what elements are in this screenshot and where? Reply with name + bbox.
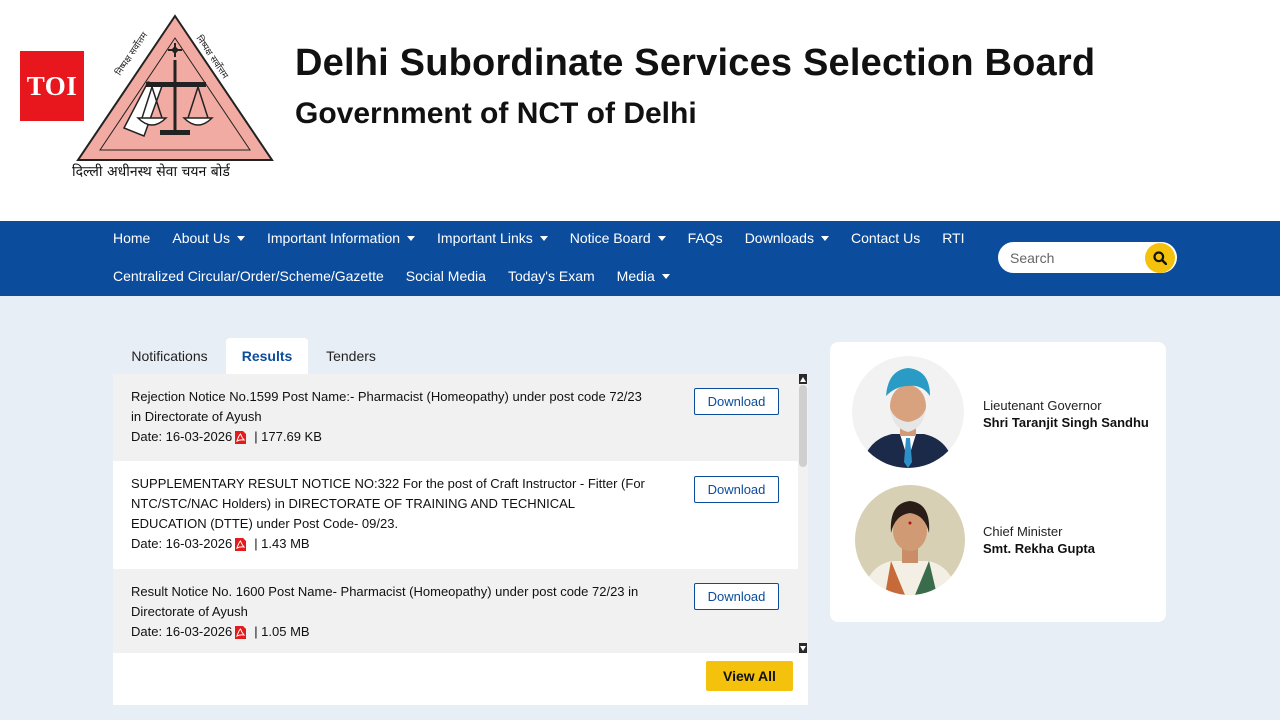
result-title[interactable]: Result Notice No. 1600 Post Name- Pharma… (131, 582, 646, 622)
download-button[interactable]: Download (694, 476, 779, 503)
nav-item-contact-us[interactable]: Contact Us (851, 230, 920, 246)
list-item: Rejection Notice No.1599 Post Name:- Pha… (113, 374, 798, 461)
nav-row-primary: Home About Us Important Information Importa… (113, 228, 987, 248)
results-list[interactable]: Rejection Notice No.1599 Post Name:- Pha… (113, 374, 808, 653)
nav-item-label: Downloads (744, 230, 814, 246)
nav-item-label: About Us (172, 230, 230, 246)
caret-down-icon (820, 235, 829, 241)
scroll-up-arrow-icon[interactable] (799, 374, 807, 384)
nav-item-faqs[interactable]: FAQs (688, 230, 723, 246)
view-all-button[interactable]: View All (706, 661, 793, 691)
result-title[interactable]: SUPPLEMENTARY RESULT NOTICE NO:322 For t… (131, 474, 646, 534)
scrollbar-thumb[interactable] (799, 385, 807, 467)
nav-item-about-us[interactable]: About Us (172, 230, 245, 246)
result-date: Date: 16-03-2026 (131, 624, 233, 639)
caret-down-icon (236, 235, 245, 241)
download-button[interactable]: Download (694, 388, 779, 415)
search-icon (1153, 251, 1167, 265)
result-date: Date: 16-03-2026 (131, 429, 233, 444)
caret-down-icon (657, 235, 666, 241)
nav-item-label: RTI (942, 230, 965, 246)
download-button[interactable]: Download (694, 583, 779, 610)
avatar-chief-minister (855, 485, 965, 595)
result-title[interactable]: Rejection Notice No.1599 Post Name:- Pha… (131, 387, 646, 427)
dsssb-emblem-logo[interactable]: निष्पक्ष सर्वोत्तम निष्पक्ष सर्वोत्तम दि… (64, 10, 278, 182)
nav-item-label: Contact Us (850, 230, 921, 246)
search-button[interactable] (1145, 243, 1175, 273)
dignitaries-card: Lieutenant Governor Shri Taranjit Singh … (830, 342, 1166, 622)
site-subtitle: Government of NCT of Delhi (295, 97, 697, 130)
person-name: Shri Taranjit Singh Sandhu (983, 415, 1149, 430)
search-input[interactable] (1010, 248, 1140, 268)
person-name: Smt. Rekha Gupta (983, 541, 1095, 556)
caret-down-icon (661, 273, 670, 279)
nav-item-label: Media (616, 268, 655, 284)
nav-item-label: Notice Board (569, 230, 651, 246)
nav-item-notice-board[interactable]: Notice Board (570, 230, 666, 246)
nav-item-centralized-circular-order-scheme-gazette[interactable]: Centralized Circular/Order/Scheme/Gazett… (113, 268, 384, 284)
person-role: Lieutenant Governor (983, 398, 1102, 413)
result-date: Date: 16-03-2026 (131, 536, 233, 551)
content-tabs: Notifications Results Tenders (113, 338, 808, 374)
nav-item-today-s-exam[interactable]: Today's Exam (508, 268, 595, 284)
results-panel: Rejection Notice No.1599 Post Name:- Pha… (113, 374, 808, 705)
tab-results[interactable]: Results (226, 338, 308, 374)
list-item: SUPPLEMENTARY RESULT NOTICE NO:322 For t… (113, 461, 798, 569)
nav-item-label: Important Links (437, 230, 533, 246)
nav-item-downloads[interactable]: Downloads (745, 230, 829, 246)
pdf-icon (235, 430, 247, 444)
list-item: Result Notice No. 1600 Post Name- Pharma… (113, 569, 798, 653)
list-scrollbar[interactable] (798, 374, 808, 653)
nav-item-label: FAQs (687, 230, 723, 246)
nav-item-home[interactable]: Home (113, 230, 150, 246)
nav-item-important-links[interactable]: Important Links (437, 230, 548, 246)
site-title: Delhi Subordinate Services Selection Boa… (295, 42, 1096, 84)
result-file-size: | 177.69 KB (254, 429, 322, 444)
nav-item-media[interactable]: Media (617, 268, 670, 284)
person-role: Chief Minister (983, 524, 1063, 539)
nav-item-label: Important Information (266, 230, 401, 246)
nav-item-label: Social Media (405, 268, 486, 284)
nav-item-social-media[interactable]: Social Media (406, 268, 486, 284)
nav-item-rti[interactable]: RTI (942, 230, 964, 246)
nav-item-label: Home (113, 230, 151, 246)
tab-tenders[interactable]: Tenders (308, 338, 394, 374)
avatar-lieutenant-governor (852, 356, 964, 468)
tab-notifications[interactable]: Notifications (113, 338, 226, 374)
pdf-icon (235, 537, 247, 551)
result-file-size: | 1.43 MB (254, 536, 310, 551)
nav-row-secondary: Centralized Circular/Order/Scheme/Gazett… (113, 266, 692, 286)
caret-down-icon (539, 235, 548, 241)
result-file-size: | 1.05 MB (254, 624, 310, 639)
pdf-icon (235, 625, 247, 639)
scroll-down-arrow-icon[interactable] (799, 643, 807, 653)
nav-item-important-information[interactable]: Important Information (266, 230, 416, 246)
nav-item-label: Today's Exam (507, 268, 595, 284)
emblem-caption: दिल्ली अधीनस्थ सेवा चयन बोर्ड (72, 163, 231, 180)
nav-item-label: Centralized Circular/Order/Scheme/Gazett… (113, 268, 384, 284)
caret-down-icon (407, 235, 416, 241)
site-header: TOI निष्पक्ष सर्वोत्तम निष्पक्ष सर्वोत्त… (0, 0, 1280, 221)
